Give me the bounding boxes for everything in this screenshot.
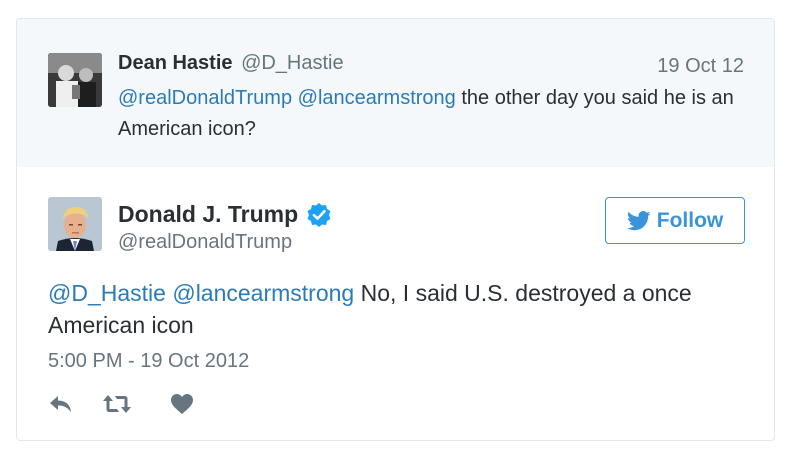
heart-icon[interactable] <box>170 393 194 420</box>
retweet-icon[interactable] <box>102 393 132 420</box>
main-author-name-row: Donald J. Trump <box>118 201 332 228</box>
follow-button-label: Follow <box>656 208 724 232</box>
quoted-tweet-text: @realDonaldTrump @lancearmstrong the oth… <box>118 83 748 145</box>
quoted-mention-2[interactable]: @lancearmstrong <box>298 87 456 109</box>
main-author-avatar[interactable] <box>48 197 102 251</box>
main-mention-1[interactable]: @D_Hastie <box>48 280 166 306</box>
quoted-tweet-date[interactable]: 19 Oct 12 <box>657 55 744 78</box>
main-author-name[interactable]: Donald J. Trump <box>118 201 298 228</box>
tweet-timestamp[interactable]: 5:00 PM - 19 Oct 2012 <box>48 350 249 373</box>
main-tweet-text: @D_Hastie @lancearmstrong No, I said U.S… <box>48 277 748 341</box>
quoted-author-name[interactable]: Dean Hastie <box>118 52 233 74</box>
verified-badge-icon <box>306 202 332 228</box>
quoted-author-handle[interactable]: @D_Hastie <box>241 52 344 74</box>
quoted-author-avatar[interactable] <box>48 53 102 107</box>
twitter-bird-icon <box>626 210 651 231</box>
quoted-mention-1[interactable]: @realDonaldTrump <box>118 87 292 109</box>
quoted-tweet-header: Dean Hastie @D_Hastie <box>118 52 344 75</box>
embedded-tweet-card: Dean Hastie @D_Hastie 19 Oct 12 @realDon… <box>16 18 775 441</box>
main-author-handle[interactable]: @realDonaldTrump <box>118 231 292 254</box>
quoted-tweet[interactable]: Dean Hastie @D_Hastie 19 Oct 12 @realDon… <box>17 19 774 167</box>
main-mention-2[interactable]: @lancearmstrong <box>172 280 354 306</box>
follow-button[interactable]: Follow <box>605 197 745 244</box>
reply-icon[interactable] <box>48 393 74 420</box>
